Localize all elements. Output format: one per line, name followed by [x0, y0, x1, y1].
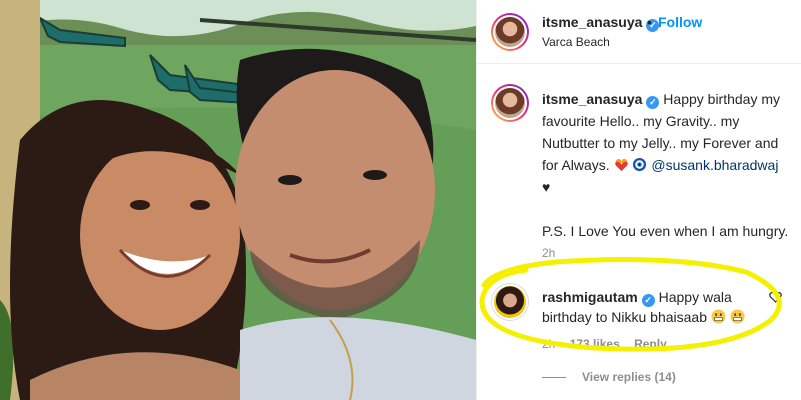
caption-ps: P.S. I Love You even when I am hungry.: [542, 223, 789, 239]
nazar-amulet-emoji-icon: [633, 157, 647, 172]
caption-username[interactable]: itsme_anasuya ✓: [542, 91, 660, 109]
photo-illustration: [0, 0, 476, 400]
caption-timestamp[interactable]: 2h: [542, 246, 555, 260]
author-username[interactable]: itsme_anasuya ✓: [542, 14, 660, 32]
verified-badge-icon: ✓: [646, 96, 660, 109]
reply-button[interactable]: Reply: [634, 337, 667, 351]
post-header: itsme_anasuya ✓ • Follow Varca Beach: [477, 0, 801, 64]
view-replies-label: View replies (14): [582, 370, 676, 384]
caption-text: itsme_anasuya ✓ Happy birthday my favouri…: [542, 88, 792, 242]
replies-divider: [542, 377, 566, 379]
grinning-emoji-icon: [730, 309, 745, 324]
header-separator: •: [647, 14, 652, 30]
grinning-emoji-icon: [711, 309, 726, 324]
follow-button[interactable]: Follow: [658, 14, 702, 30]
author-avatar[interactable]: [491, 13, 529, 51]
verified-badge-icon: ✓: [641, 294, 655, 307]
commenter-avatar[interactable]: [491, 283, 529, 321]
view-replies-button[interactable]: View replies (14): [542, 370, 676, 384]
heart-outline-icon[interactable]: [769, 291, 782, 303]
post-location[interactable]: Varca Beach: [542, 35, 610, 49]
comment-meta: 2h 173 likes Reply: [542, 337, 678, 351]
mention-link[interactable]: @susank.bharadwaj: [651, 157, 778, 173]
couple-heart-emoji-icon: [614, 158, 628, 172]
comment-timestamp[interactable]: 2h: [542, 337, 555, 351]
post-details-panel: itsme_anasuya ✓ • Follow Varca Beach itsm…: [476, 0, 801, 400]
caption-avatar[interactable]: [491, 84, 529, 122]
heart-emoji-icon: ♥: [542, 179, 551, 195]
comment-likes[interactable]: 173 likes: [570, 337, 620, 351]
post-photo[interactable]: [0, 0, 476, 400]
commenter-username[interactable]: rashmigautam ✓: [542, 289, 655, 307]
comment-text: rashmigautam ✓ Happy wala birthday to Nik…: [542, 287, 782, 327]
